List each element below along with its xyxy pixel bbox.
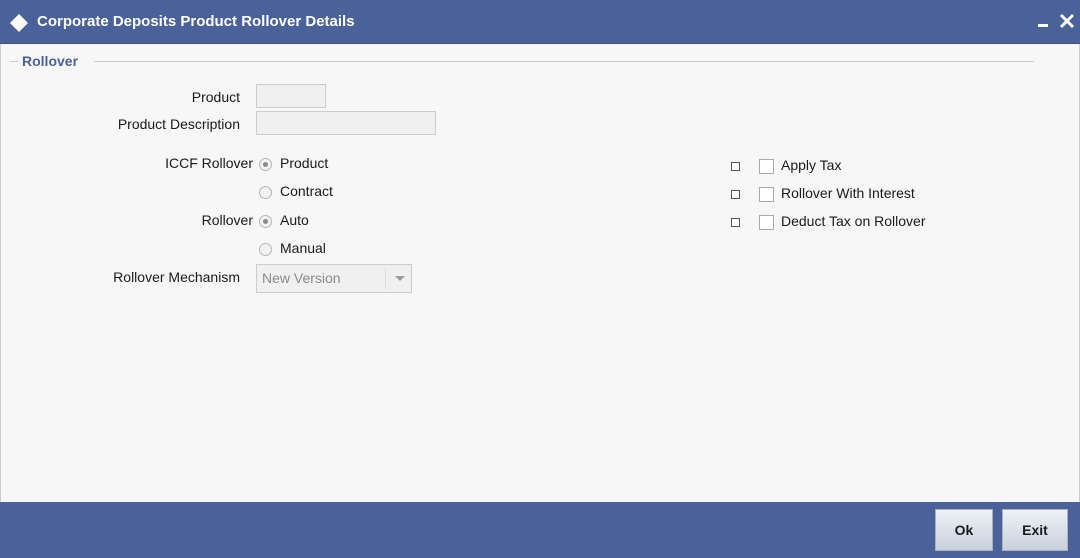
title-bar: Corporate Deposits Product Rollover Deta… xyxy=(0,0,1080,44)
section-legend: Rollover xyxy=(22,53,79,69)
window-title: Corporate Deposits Product Rollover Deta… xyxy=(37,13,355,30)
ok-button[interactable]: Ok xyxy=(935,509,993,551)
rollover-mechanism-select[interactable]: New Version xyxy=(256,264,412,293)
fieldset-border-left xyxy=(10,61,18,62)
minimize-icon[interactable] xyxy=(1035,12,1053,30)
iccf-rollover-label: ICCF Rollover xyxy=(165,155,253,171)
product-input[interactable] xyxy=(256,84,326,108)
iccf-rollover-product-radio[interactable] xyxy=(259,158,272,171)
field-indicator-icon xyxy=(731,190,740,199)
field-indicator-icon xyxy=(731,218,740,227)
rollover-mechanism-label: Rollover Mechanism xyxy=(113,269,240,285)
fieldset-border xyxy=(94,61,1034,62)
rollover-with-interest-label: Rollover With Interest xyxy=(781,185,915,201)
rollover-auto-label: Auto xyxy=(280,212,309,228)
deduct-tax-on-rollover-checkbox[interactable] xyxy=(759,215,774,230)
iccf-rollover-product-label: Product xyxy=(280,155,329,171)
iccf-rollover-contract-radio[interactable] xyxy=(259,186,272,199)
rollover-mechanism-value: New Version xyxy=(262,270,341,286)
field-indicator-icon xyxy=(731,162,740,171)
exit-button[interactable]: Exit xyxy=(1002,509,1068,551)
rollover-manual-radio[interactable] xyxy=(259,243,272,256)
apply-tax-checkbox[interactable] xyxy=(759,159,774,174)
rollover-manual-label: Manual xyxy=(280,240,326,256)
close-icon[interactable] xyxy=(1058,12,1076,30)
rollover-auto-radio[interactable] xyxy=(259,215,272,228)
deduct-tax-on-rollover-label: Deduct Tax on Rollover xyxy=(781,213,926,229)
rollover-with-interest-checkbox[interactable] xyxy=(759,187,774,202)
footer-bar xyxy=(0,502,1080,558)
diamond-icon xyxy=(10,14,28,32)
apply-tax-label: Apply Tax xyxy=(781,157,842,173)
product-description-input[interactable] xyxy=(256,111,436,135)
iccf-rollover-contract-label: Contract xyxy=(280,183,333,199)
product-label: Product xyxy=(191,89,240,105)
product-description-label: Product Description xyxy=(117,116,240,132)
select-divider xyxy=(385,268,386,289)
rollover-label: Rollover xyxy=(201,212,253,228)
chevron-down-icon xyxy=(395,276,405,281)
